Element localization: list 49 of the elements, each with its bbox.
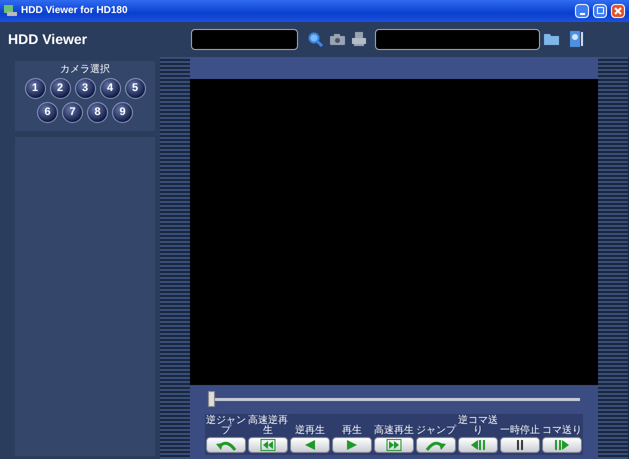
app-name: HDD Viewer xyxy=(7,30,88,49)
playback-button[interactable] xyxy=(458,437,498,453)
playback-button[interactable] xyxy=(206,437,246,453)
control-label: 一時停止 xyxy=(500,426,540,436)
playback-button[interactable] xyxy=(500,437,540,453)
printer-icon[interactable] xyxy=(352,32,366,46)
folder-icon[interactable] xyxy=(544,33,559,46)
disk-tool-icon[interactable] xyxy=(570,31,584,48)
camera-icon[interactable] xyxy=(330,33,345,46)
maximize-icon xyxy=(596,7,604,14)
window-title: HDD Viewer for HD180 xyxy=(21,4,129,18)
control-label: 再生 xyxy=(341,426,363,436)
control-label: 高速再生 xyxy=(374,426,414,436)
control-label: 逆コマ送り xyxy=(458,416,498,436)
playback-button[interactable] xyxy=(332,437,372,453)
playback-button[interactable] xyxy=(416,437,456,453)
slider-track[interactable] xyxy=(208,391,580,407)
close-icon xyxy=(614,6,622,15)
playback-button[interactable] xyxy=(248,437,288,453)
slider-thumb[interactable] xyxy=(208,391,215,407)
minimize-icon xyxy=(580,12,584,15)
camera-select-label: カメラ選択 xyxy=(60,64,110,76)
control-label: 高速逆再生 xyxy=(248,416,288,436)
maximize-button[interactable] xyxy=(593,4,607,18)
playback-button[interactable] xyxy=(374,437,414,453)
camera-button[interactable]: 9 xyxy=(112,102,133,123)
playback-button[interactable] xyxy=(542,437,582,453)
control-label: コマ送り xyxy=(542,426,582,436)
curved-arrow-icon xyxy=(425,439,447,451)
camera-button[interactable]: 7 xyxy=(62,102,83,123)
control-label: 逆再生 xyxy=(294,426,326,436)
path-field[interactable] xyxy=(375,28,540,50)
search-icon[interactable] xyxy=(308,32,323,47)
control-label: 逆ジャンプ xyxy=(206,416,246,436)
pause-icon xyxy=(517,440,523,450)
camera-button[interactable]: 8 xyxy=(87,102,108,123)
camera-button[interactable]: 1 xyxy=(24,78,46,99)
camera-button[interactable]: 2 xyxy=(50,78,70,99)
curved-arrow-icon xyxy=(215,439,237,451)
camera-button[interactable]: 6 xyxy=(37,102,58,123)
minimize-button[interactable] xyxy=(575,4,589,18)
camera-button[interactable]: 5 xyxy=(124,78,146,99)
search-field[interactable] xyxy=(191,28,298,50)
playback-button[interactable] xyxy=(290,437,330,453)
close-button[interactable] xyxy=(611,4,625,18)
camera-button[interactable]: 4 xyxy=(100,78,120,99)
camera-button[interactable]: 3 xyxy=(74,78,96,99)
app-icon xyxy=(4,4,17,17)
control-label: ジャンプ xyxy=(416,426,456,436)
